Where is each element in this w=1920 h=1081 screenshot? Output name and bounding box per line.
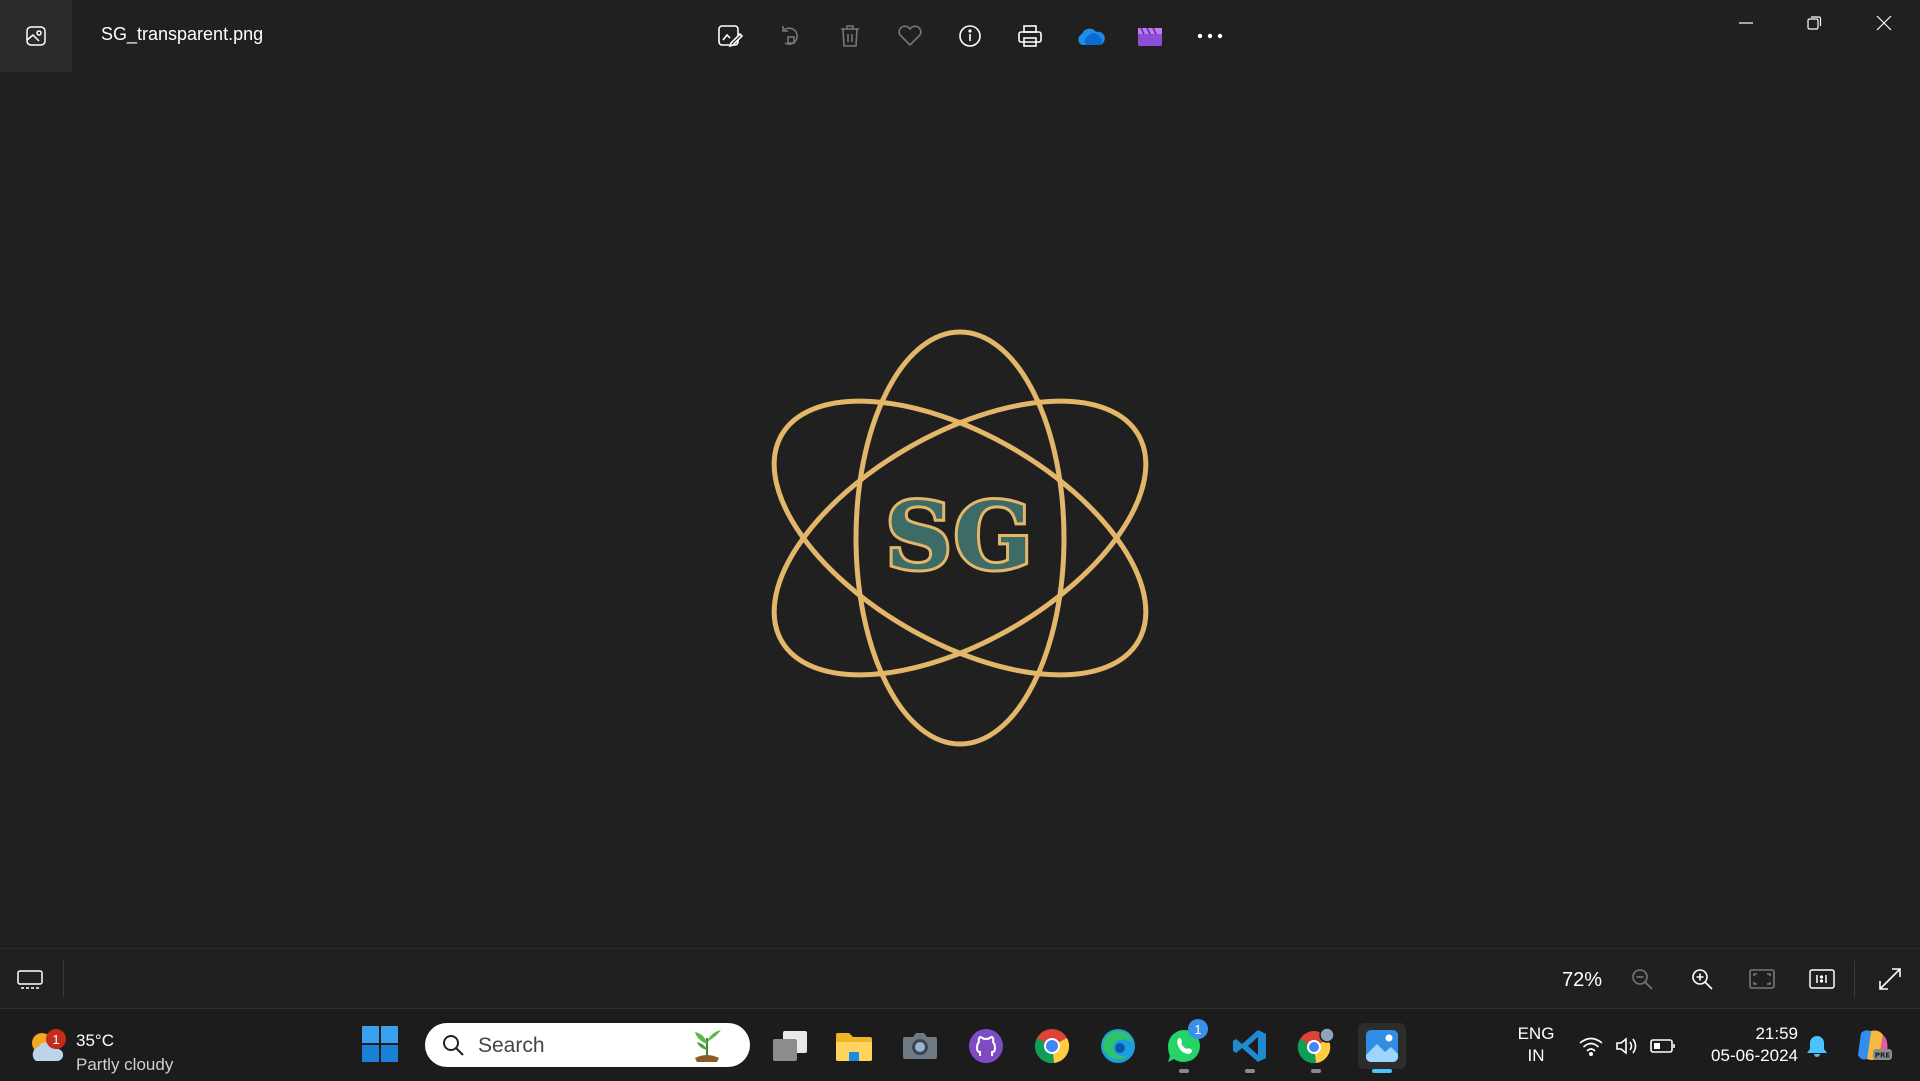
github-icon	[969, 1029, 1003, 1063]
bell-icon	[1807, 1036, 1827, 1057]
region-code: IN	[1527, 1046, 1545, 1065]
fullscreen-icon	[1879, 968, 1901, 990]
taskbar-app-chrome-profile[interactable]	[1292, 1023, 1340, 1073]
print-icon	[1018, 25, 1042, 47]
fullscreen-button[interactable]	[1868, 961, 1912, 997]
svg-text:PRE: PRE	[1875, 1052, 1891, 1060]
delete-button[interactable]	[820, 12, 880, 60]
onedrive-button[interactable]	[1060, 12, 1120, 60]
separator	[1854, 961, 1855, 997]
delete-icon	[841, 25, 859, 47]
copilot-icon: PRE	[1858, 1030, 1892, 1060]
edit-image-icon	[718, 25, 743, 48]
close-button[interactable]	[1850, 0, 1918, 46]
system-clock[interactable]: 21:59 05-06-2024	[1690, 1023, 1798, 1067]
print-button[interactable]	[1000, 12, 1060, 60]
viewer-bottom-bar: 72%	[0, 948, 1920, 1009]
taskbar-app-file-explorer[interactable]	[830, 1023, 878, 1069]
zoom-out-button[interactable]	[1620, 961, 1664, 997]
search-highlight-plant-icon	[695, 1030, 721, 1062]
more-options-button[interactable]	[1180, 12, 1240, 60]
chrome-profile-icon	[1297, 1027, 1335, 1064]
restore-icon	[1807, 16, 1822, 30]
taskbar-app-photos[interactable]	[1358, 1023, 1406, 1073]
favorite-icon	[898, 25, 922, 47]
file-name-title: SG_transparent.png	[101, 24, 264, 44]
onedrive-icon	[1078, 28, 1105, 45]
zoom-in-icon	[1692, 969, 1713, 990]
minimize-icon	[1739, 22, 1753, 24]
windows-logo-icon	[362, 1026, 398, 1062]
battery-icon	[1650, 1039, 1675, 1053]
rotate-button[interactable]	[760, 12, 820, 60]
weather-notification-badge: 1	[46, 1029, 66, 1049]
search-placeholder: Search	[478, 1034, 545, 1057]
taskbar-app-vscode[interactable]	[1226, 1023, 1274, 1073]
notifications-button[interactable]	[1802, 1031, 1832, 1061]
info-icon	[959, 25, 981, 47]
clock-date: 05-06-2024	[1711, 1046, 1798, 1065]
fit-to-window-icon	[1749, 969, 1775, 989]
taskbar-app-camera[interactable]	[896, 1023, 944, 1069]
minimize-button[interactable]	[1712, 0, 1780, 46]
taskbar-app-edge[interactable]	[1094, 1023, 1142, 1069]
clock-time: 21:59	[1755, 1024, 1798, 1043]
photos-app-icon	[0, 0, 72, 72]
clipchamp-icon	[1138, 27, 1162, 46]
battery-button[interactable]	[1648, 1031, 1678, 1061]
task-view-icon	[773, 1031, 807, 1061]
task-view-button[interactable]	[766, 1023, 814, 1069]
filmstrip-icon	[17, 970, 43, 989]
zoom-out-icon	[1632, 969, 1653, 990]
edge-icon	[1101, 1029, 1135, 1063]
taskbar-app-whatsapp[interactable]: 1	[1160, 1019, 1208, 1073]
separator	[63, 961, 64, 997]
logo-text: SG	[885, 482, 1034, 590]
info-button[interactable]	[940, 12, 1000, 60]
photos-icon	[1366, 1030, 1398, 1062]
active-indicator	[1372, 1069, 1392, 1073]
fit-to-window-button[interactable]	[1740, 961, 1784, 997]
camera-icon	[903, 1033, 937, 1059]
image-toolbar	[700, 12, 1240, 60]
weather-temperature: 35°C	[76, 1031, 114, 1050]
volume-icon	[1616, 1037, 1637, 1055]
more-icon	[1197, 33, 1223, 39]
start-button[interactable]	[361, 1025, 401, 1065]
volume-button[interactable]	[1612, 1031, 1642, 1061]
folder-icon	[836, 1033, 872, 1061]
close-icon	[1876, 15, 1892, 31]
displayed-image: SG	[771, 329, 1149, 747]
running-indicator	[1179, 1069, 1189, 1073]
zoom-in-button[interactable]	[1680, 961, 1724, 997]
wifi-icon	[1579, 1037, 1603, 1056]
clipchamp-button[interactable]	[1120, 12, 1180, 60]
taskbar-app-github-desktop[interactable]	[962, 1023, 1010, 1069]
running-indicator	[1245, 1069, 1255, 1073]
taskbar: 1 35°C Partly cloudy Search 1 ENG IN 21:…	[0, 1008, 1920, 1081]
zoom-level[interactable]: 72%	[1552, 969, 1612, 992]
search-icon	[443, 1035, 464, 1056]
weather-description: Partly cloudy	[76, 1055, 174, 1074]
whatsapp-notification-badge: 1	[1188, 1019, 1208, 1039]
language-indicator[interactable]: ENG IN	[1516, 1023, 1556, 1067]
filmstrip-button[interactable]	[8, 961, 52, 997]
edit-image-button[interactable]	[700, 12, 760, 60]
image-canvas[interactable]: SG	[0, 72, 1920, 948]
language-code: ENG	[1517, 1024, 1555, 1043]
taskbar-app-chrome[interactable]	[1028, 1023, 1076, 1069]
title-bar: SG_transparent.png	[0, 0, 1920, 72]
vscode-icon	[1233, 1030, 1266, 1062]
copilot-button[interactable]: PRE	[1854, 1030, 1894, 1061]
rotate-icon	[782, 26, 798, 45]
chrome-icon	[1034, 1029, 1070, 1064]
taskbar-search-box[interactable]: Search	[425, 1023, 750, 1067]
favorite-button[interactable]	[880, 12, 940, 60]
actual-size-button[interactable]	[1800, 961, 1844, 997]
actual-size-icon	[1809, 969, 1835, 989]
restore-button[interactable]	[1780, 0, 1848, 46]
wifi-button[interactable]	[1576, 1031, 1606, 1061]
running-indicator	[1311, 1069, 1321, 1073]
